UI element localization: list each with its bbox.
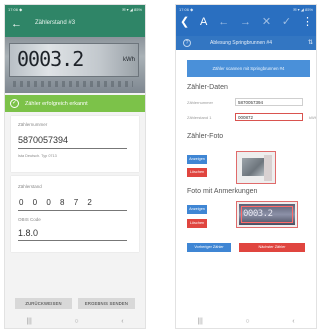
meter-number-card: Zählernummer 5870057394 Ista Deutsch. Ty… (11, 116, 139, 172)
recent-apps-icon[interactable]: ||| (197, 318, 202, 325)
meter-photo-unit: kWh (123, 57, 135, 63)
status-bar: 17:06 ◆ ✉ ▾ ◢ 85% (5, 5, 145, 14)
meter-photo-texture (13, 81, 133, 87)
success-banner: ✓ Zähler erfolgreich erkannt (5, 95, 145, 112)
check-circle-icon: ✓ (10, 99, 19, 108)
obis-underline (18, 240, 127, 241)
thumbnail-glare (264, 155, 272, 181)
previous-meter-button[interactable]: Vorheriger Zähler (187, 243, 231, 252)
meter-photo-thumbnail[interactable] (236, 151, 276, 184)
status-icons: ✉ ▾ ◢ 85% (122, 7, 142, 12)
meter-photo-digits: 0003.2 (17, 47, 84, 71)
home-icon[interactable]: ○ (245, 318, 249, 325)
meter-number-input[interactable]: 5870057394 (235, 98, 303, 106)
left-phone-screen: 17:06 ◆ ✉ ▾ ◢ 85% ← Zählerstand #3 0003.… (4, 4, 146, 329)
reading-digits-field[interactable]: 0 0 0 8 7 2 (19, 198, 95, 207)
status-time: 17:06 ◆ (179, 7, 194, 12)
app-toolbar: 17:06 ◆ ✉ ▾ ◢ 85% ← Zählerstand #3 (5, 5, 145, 37)
show-annotated-button[interactable]: Anzeigen (187, 205, 207, 214)
collapse-icon[interactable]: ❮ (180, 17, 189, 28)
right-phone-screen: 17:06 ◆ ✉ ▾ ◢ 85% ❮ A ← → ✕ ✓ ⋮ ? Ablesu… (175, 4, 317, 329)
form-header: ? Ablesung Springbrunnen #4 ⇅ (176, 36, 316, 50)
meter-photo: 0003.2 kWh (5, 37, 145, 93)
android-nav-bar: ||| ○ ‹ (5, 314, 145, 328)
next-meter-button[interactable]: Nächster Zähler (239, 243, 305, 252)
home-icon[interactable]: ○ (74, 318, 78, 325)
annotated-photo-thumbnail[interactable]: 0003.2 (236, 201, 298, 228)
android-nav-bar: ||| ○ ‹ (176, 314, 316, 328)
reading-card: Zählerstand 0 0 0 8 7 2 OBIS Code 1.8.0 (11, 176, 139, 252)
close-icon[interactable]: ✕ (262, 17, 271, 28)
reading-label: Zählerstand 1 (187, 115, 212, 120)
previous-arrow-icon[interactable]: ← (218, 17, 229, 28)
reading-unit: kWh (309, 115, 317, 120)
delete-photo-button[interactable]: Löschen (187, 168, 207, 177)
meter-photo-heading: Zähler-Foto (187, 133, 224, 140)
overflow-menu-icon[interactable]: ⋮ (302, 17, 313, 28)
action-toolbar: 17:06 ◆ ✉ ▾ ◢ 85% ❮ A ← → ✕ ✓ ⋮ (176, 5, 316, 36)
recent-apps-icon[interactable]: ||| (26, 318, 31, 325)
meter-number-label: Zählernummer (18, 122, 48, 127)
help-icon[interactable]: ? (183, 39, 191, 47)
back-arrow-icon[interactable]: ← (11, 19, 22, 30)
obis-label: OBIS Code (18, 217, 41, 222)
nav-back-icon[interactable]: ‹ (121, 318, 123, 325)
next-arrow-icon[interactable]: → (240, 17, 251, 28)
meter-type-text: Ista Deutsch. Typ 0713 (18, 154, 57, 158)
meter-number-label: Zählernummer (187, 100, 214, 105)
meter-number-field[interactable]: 5870057394 (18, 135, 68, 145)
sort-icon[interactable]: ⇅ (308, 39, 313, 46)
annotation-box (241, 206, 293, 223)
reading-input[interactable]: 000872 (235, 113, 303, 121)
thumbnail-meter-body (242, 158, 264, 176)
status-time: 17:06 ◆ (8, 7, 23, 12)
form-title: Ablesung Springbrunnen #4 (210, 40, 272, 46)
meter-number-underline (18, 148, 127, 149)
text-mode-icon[interactable]: A (200, 17, 207, 28)
scan-meter-button[interactable]: Zähler scannen mit Springbrunnen #4 (187, 60, 310, 77)
toolbar-icons: ❮ A ← → ✕ ✓ ⋮ (180, 17, 313, 28)
nav-back-icon[interactable]: ‹ (292, 318, 294, 325)
meter-data-heading: Zähler-Daten (187, 84, 228, 91)
success-message: Zähler erfolgreich erkannt (25, 100, 88, 107)
obis-field[interactable]: 1.8.0 (18, 228, 38, 238)
annotated-photo-heading: Foto mit Anmerkungen (187, 188, 258, 195)
reject-button[interactable]: ZURÜCKWEISEN (15, 298, 72, 309)
reading-label: Zählerstand (18, 184, 42, 189)
delete-annotated-button[interactable]: Löschen (187, 219, 207, 228)
send-result-button[interactable]: ERGEBNIS SENDEN (78, 298, 135, 309)
show-photo-button[interactable]: Anzeigen (187, 155, 207, 164)
status-icons: ✉ ▾ ◢ 85% (293, 7, 313, 12)
reading-underline (18, 210, 127, 211)
confirm-check-icon[interactable]: ✓ (282, 17, 291, 28)
page-title: Zählerstand #3 (35, 20, 76, 26)
status-bar: 17:06 ◆ ✉ ▾ ◢ 85% (176, 5, 316, 14)
